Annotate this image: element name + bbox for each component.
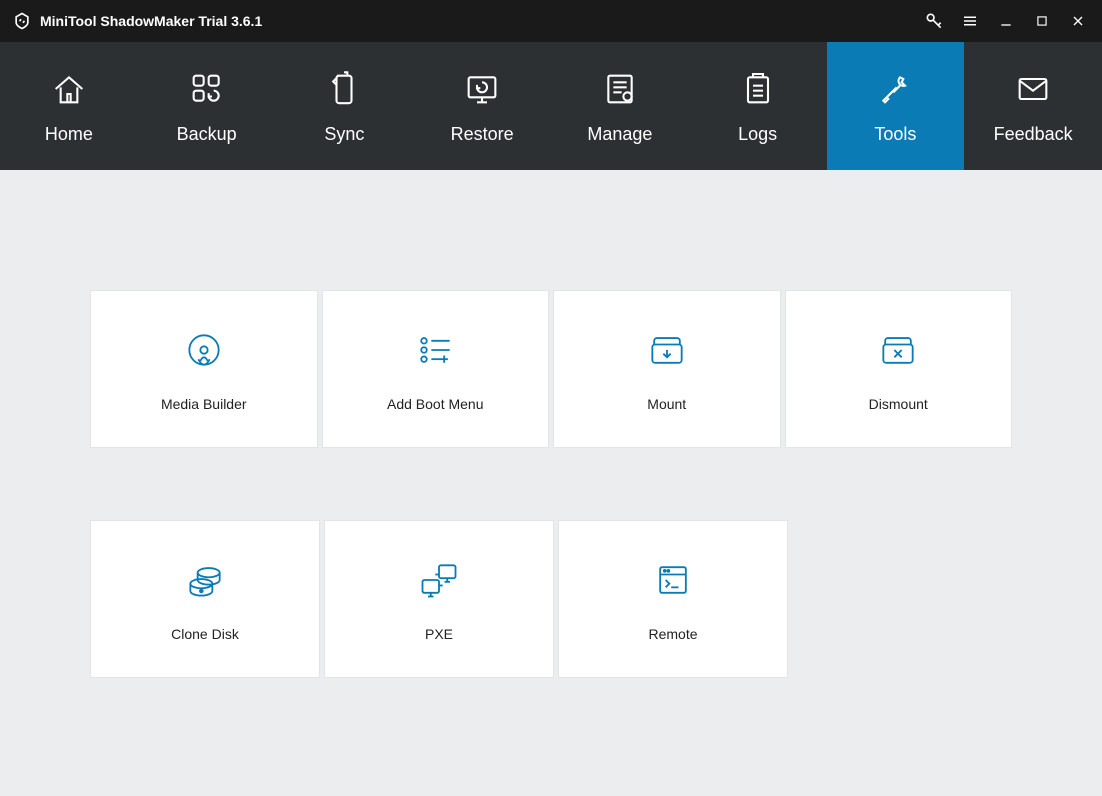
- tool-remote[interactable]: Remote: [558, 520, 788, 678]
- tool-label: Remote: [648, 626, 697, 642]
- nav-manage[interactable]: Manage: [551, 42, 689, 170]
- dismount-icon: [874, 326, 922, 374]
- clone-disk-icon: [181, 556, 229, 604]
- remote-icon: [649, 556, 697, 604]
- logs-icon: [737, 68, 779, 110]
- tool-mount[interactable]: Mount: [553, 290, 781, 448]
- close-button[interactable]: [1060, 0, 1096, 42]
- nav-label: Logs: [738, 124, 777, 145]
- pxe-icon: [415, 556, 463, 604]
- key-icon[interactable]: [916, 0, 952, 42]
- tools-icon: [874, 68, 916, 110]
- tool-pxe[interactable]: PXE: [324, 520, 554, 678]
- sync-icon: [323, 68, 365, 110]
- nav-label: Restore: [451, 124, 514, 145]
- tool-label: PXE: [425, 626, 453, 642]
- minimize-button[interactable]: [988, 0, 1024, 42]
- nav-label: Feedback: [994, 124, 1073, 145]
- tool-add-boot-menu[interactable]: Add Boot Menu: [322, 290, 550, 448]
- home-icon: [48, 68, 90, 110]
- maximize-button[interactable]: [1024, 0, 1060, 42]
- app-logo-icon: [12, 11, 32, 31]
- nav-sync[interactable]: Sync: [276, 42, 414, 170]
- tool-label: Clone Disk: [171, 626, 239, 642]
- tool-label: Dismount: [869, 396, 928, 412]
- add-boot-menu-icon: [411, 326, 459, 374]
- tools-row-1: Media Builder Add Boot Menu: [90, 290, 1012, 448]
- nav-label: Home: [45, 124, 93, 145]
- nav-tools[interactable]: Tools: [827, 42, 965, 170]
- tool-clone-disk[interactable]: Clone Disk: [90, 520, 320, 678]
- backup-icon: [186, 68, 228, 110]
- tools-panel: Media Builder Add Boot Menu: [0, 170, 1102, 790]
- tool-dismount[interactable]: Dismount: [785, 290, 1013, 448]
- nav-label: Sync: [324, 124, 364, 145]
- titlebar: MiniTool ShadowMaker Trial 3.6.1: [0, 0, 1102, 42]
- nav-restore[interactable]: Restore: [413, 42, 551, 170]
- app-title: MiniTool ShadowMaker Trial 3.6.1: [40, 13, 262, 29]
- main-nav: Home Backup Sync Restor: [0, 42, 1102, 170]
- nav-label: Manage: [587, 124, 652, 145]
- tool-label: Media Builder: [161, 396, 247, 412]
- nav-home[interactable]: Home: [0, 42, 138, 170]
- restore-icon: [461, 68, 503, 110]
- nav-logs[interactable]: Logs: [689, 42, 827, 170]
- nav-backup[interactable]: Backup: [138, 42, 276, 170]
- tool-label: Mount: [647, 396, 686, 412]
- media-builder-icon: [180, 326, 228, 374]
- manage-icon: [599, 68, 641, 110]
- feedback-icon: [1012, 68, 1054, 110]
- nav-label: Backup: [177, 124, 237, 145]
- mount-icon: [643, 326, 691, 374]
- nav-feedback[interactable]: Feedback: [964, 42, 1102, 170]
- tool-media-builder[interactable]: Media Builder: [90, 290, 318, 448]
- menu-icon[interactable]: [952, 0, 988, 42]
- nav-label: Tools: [874, 124, 916, 145]
- tool-label: Add Boot Menu: [387, 396, 484, 412]
- tools-row-2: Clone Disk PXE Remote: [90, 520, 1012, 678]
